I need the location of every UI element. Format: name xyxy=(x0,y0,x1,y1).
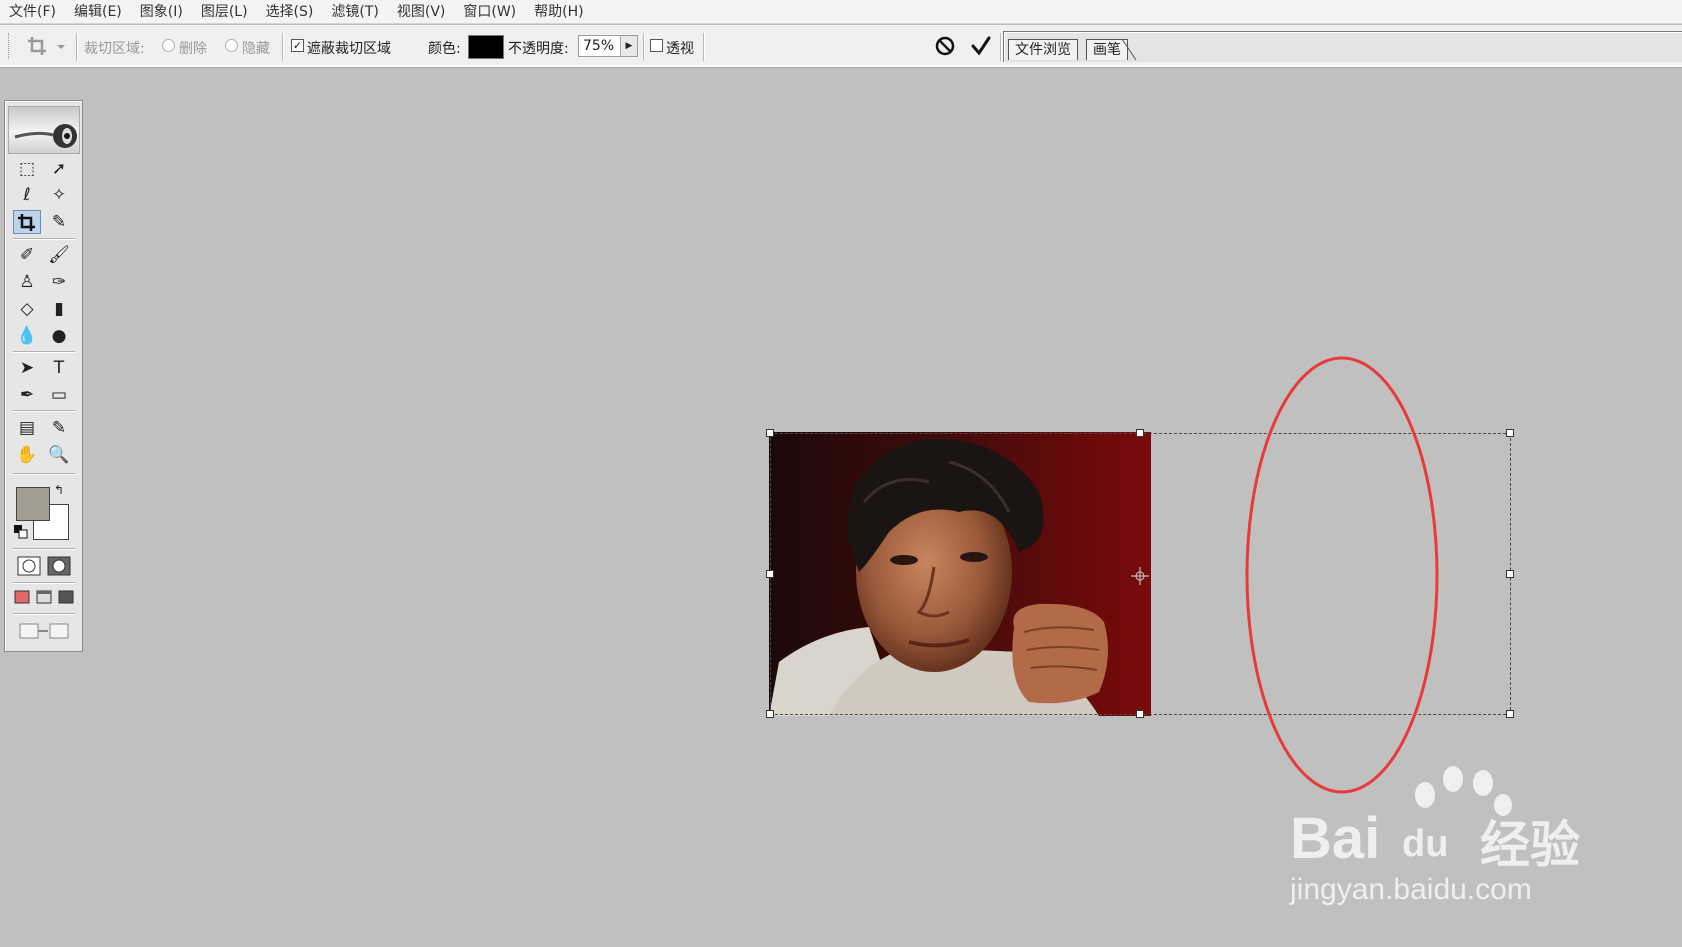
crop-handle-top-right[interactable] xyxy=(1506,429,1514,437)
clone-stamp-tool-icon[interactable]: ♙ xyxy=(13,270,41,294)
checkmark-icon xyxy=(971,36,991,56)
watermark-logo-du: du xyxy=(1402,823,1449,865)
healing-brush-tool-icon[interactable]: ✐ xyxy=(13,243,41,267)
full-screen-mode-icon[interactable] xyxy=(55,587,77,611)
menu-layer[interactable]: 图层(L) xyxy=(192,0,257,24)
eyedropper-tool-icon[interactable]: ✎ xyxy=(45,416,73,440)
perspective-label: 透视 xyxy=(666,41,694,57)
magic-wand-tool-icon[interactable]: ✧ xyxy=(45,183,73,207)
pen-tool-icon[interactable]: ✒ xyxy=(13,383,41,407)
toolbox-separator xyxy=(13,582,75,584)
crop-handle-bottom-right[interactable] xyxy=(1506,710,1514,718)
watermark-logo-text: Bai xyxy=(1290,806,1381,871)
toolbox-separator xyxy=(13,410,75,412)
crop-area-label: 裁切区域: xyxy=(84,41,145,57)
menu-window[interactable]: 窗口(W) xyxy=(454,0,525,24)
separator xyxy=(1000,33,1002,61)
hide-radio[interactable] xyxy=(225,39,238,52)
cancel-circle-icon xyxy=(935,36,955,56)
shield-checkbox[interactable]: ✓ xyxy=(291,39,304,52)
rectangle-tool-icon[interactable]: ▭ xyxy=(45,383,73,407)
tool-preset-picker[interactable] xyxy=(24,33,68,59)
move-tool-icon[interactable]: ➚ xyxy=(45,157,73,181)
shield-color-swatch[interactable] xyxy=(468,35,504,59)
watermark-jingyan-text: 经验 xyxy=(1480,817,1580,873)
jump-to-imageready-icon[interactable] xyxy=(13,618,75,642)
gradient-tool-icon[interactable]: ▮ xyxy=(45,297,73,321)
watermark-url: jingyan.baidu.com xyxy=(1290,873,1532,906)
full-screen-menu-mode-icon[interactable] xyxy=(33,587,55,611)
shield-label: 遮蔽裁切区域 xyxy=(307,41,391,57)
perspective-checkbox[interactable] xyxy=(650,39,663,52)
crop-handle-top-left[interactable] xyxy=(766,429,774,437)
options-bar: 裁切区域: 删除 隐藏 ✓ 遮蔽裁切区域 颜色: 不透明度: 75% ▶ 透视 … xyxy=(0,25,1682,67)
zoom-tool-icon[interactable]: 🔍 xyxy=(45,443,73,467)
path-selection-tool-icon[interactable]: ➤ xyxy=(13,356,41,380)
lasso-tool-icon[interactable]: ℓ xyxy=(13,183,41,207)
separator xyxy=(282,33,284,61)
toolbox: ⬚ ➚ ℓ ✧ ✎ ✐ 🖌 ♙ ✑ ◇ ▮ 💧 ● ➤ T ✒ ▭ ▤ ✎ ✋ … xyxy=(4,100,83,652)
swap-colors-icon[interactable]: ↰ xyxy=(54,483,64,497)
history-brush-tool-icon[interactable]: ✑ xyxy=(45,270,73,294)
menu-filter[interactable]: 滤镜(T) xyxy=(322,0,387,24)
brush-tool-icon[interactable]: 🖌 xyxy=(45,243,73,267)
color-label: 颜色: xyxy=(428,41,461,57)
crop-handle-middle-left[interactable] xyxy=(766,570,774,578)
slice-tool-icon[interactable]: ✎ xyxy=(45,210,73,234)
hide-label: 隐藏 xyxy=(242,41,270,57)
menu-view[interactable]: 视图(V) xyxy=(388,0,455,24)
cancel-button[interactable] xyxy=(932,33,958,59)
opacity-slider-arrow-icon[interactable]: ▶ xyxy=(620,36,637,56)
standard-screen-mode-icon[interactable] xyxy=(11,587,33,611)
separator xyxy=(643,33,645,61)
crop-handle-middle-right[interactable] xyxy=(1506,570,1514,578)
notes-tool-icon[interactable]: ▤ xyxy=(13,416,41,440)
menu-help[interactable]: 帮助(H) xyxy=(525,0,592,24)
crop-handle-top-center[interactable] xyxy=(1136,429,1144,437)
standard-mode-icon[interactable] xyxy=(15,555,43,579)
crop-handle-bottom-left[interactable] xyxy=(766,710,774,718)
red-ellipse-annotation xyxy=(1245,356,1439,794)
menu-edit[interactable]: 编辑(E) xyxy=(65,0,131,24)
toolbox-separator xyxy=(13,613,75,615)
crop-tool-icon[interactable] xyxy=(13,210,41,234)
default-colors-icon[interactable] xyxy=(14,525,28,539)
foreground-color-swatch[interactable] xyxy=(16,487,50,521)
crop-handle-bottom-center[interactable] xyxy=(1136,710,1144,718)
blur-tool-icon[interactable]: 💧 xyxy=(13,324,41,348)
type-tool-icon[interactable]: T xyxy=(45,356,73,380)
marquee-tool-icon[interactable]: ⬚ xyxy=(13,157,41,181)
separator xyxy=(76,33,78,61)
hand-tool-icon[interactable]: ✋ xyxy=(13,443,41,467)
delete-radio[interactable] xyxy=(162,39,175,52)
toolbox-separator xyxy=(13,351,75,353)
crop-tool-icon xyxy=(28,37,65,55)
crop-rotation-center-icon[interactable] xyxy=(1130,566,1150,586)
eraser-tool-icon[interactable]: ◇ xyxy=(13,297,41,321)
tab-file-browser[interactable]: 文件浏览 xyxy=(1008,39,1078,60)
toolbox-header-logo[interactable] xyxy=(8,106,80,154)
toolbox-separator xyxy=(13,548,75,550)
toolbox-separator xyxy=(13,473,75,475)
commit-button[interactable] xyxy=(968,33,994,59)
delete-label: 删除 xyxy=(179,41,207,57)
options-bar-grip[interactable] xyxy=(8,33,11,59)
dodge-tool-icon[interactable]: ● xyxy=(45,324,73,348)
menu-image[interactable]: 图象(I) xyxy=(131,0,192,24)
quick-mask-mode-icon[interactable] xyxy=(45,555,73,579)
menu-select[interactable]: 选择(S) xyxy=(257,0,323,24)
separator xyxy=(703,33,705,61)
feather-eye-logo-icon xyxy=(14,124,77,148)
menu-bar: 文件(F) 编辑(E) 图象(I) 图层(L) 选择(S) 滤镜(T) 视图(V… xyxy=(0,0,1682,24)
opacity-label: 不透明度: xyxy=(508,41,569,57)
tab-corner-icon xyxy=(1122,39,1137,61)
menu-file[interactable]: 文件(F) xyxy=(0,0,65,24)
toolbox-separator xyxy=(13,238,75,240)
